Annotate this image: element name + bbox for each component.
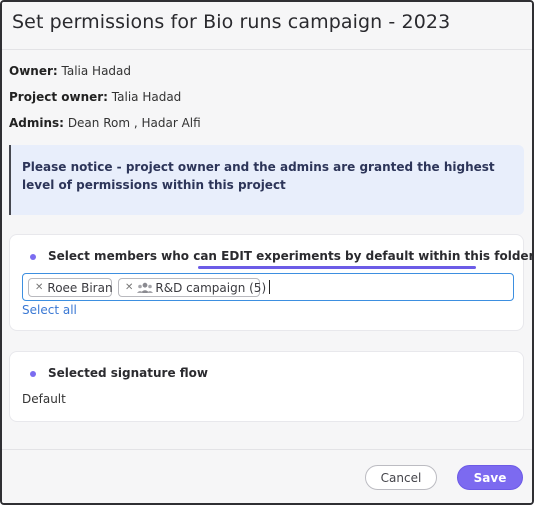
member-chip: ✕ Roee Biran [28,278,113,297]
notice-box: Please notice - project owner and the ad… [9,145,524,215]
edit-members-title: Select members who can EDIT experiments … [48,249,534,263]
owner-label: Owner: [9,64,58,78]
signature-value: Default [22,392,66,406]
save-button[interactable]: Save [457,465,523,490]
admins-row: Admins: Dean Rom , Hadar Alfi [9,116,201,130]
notice-text: Please notice - project owner and the ad… [22,160,495,192]
text-caret [269,280,270,294]
edit-members-title-prefix: Select members who can [48,249,222,263]
chip-label: Roee Biran [47,280,113,295]
bullet-icon [30,254,36,260]
bullet-icon [30,371,36,377]
cancel-button[interactable]: Cancel [365,465,437,490]
dialog-body: Owner: Talia Hadad Project owner: Talia … [2,50,532,449]
remove-chip-icon[interactable]: ✕ [125,282,133,293]
members-multiselect-input[interactable]: ✕ Roee Biran ✕ R&D campaign (5) [22,273,514,301]
highlight-underline [198,266,476,269]
signature-title: Selected signature flow [48,366,209,380]
project-owner-label: Project owner: [9,90,108,104]
group-chip: ✕ R&D campaign (5) [118,278,266,297]
project-owner-row: Project owner: Talia Hadad [9,90,181,104]
select-all-link[interactable]: Select all [22,303,77,317]
project-owner-value: Talia Hadad [111,90,182,104]
permissions-dialog: Set permissions for Bio runs campaign - … [0,0,534,505]
signature-card: Selected signature flow Default [9,351,524,422]
chip-label: R&D campaign (5) [155,280,267,295]
owner-row: Owner: Talia Hadad [9,64,131,78]
dialog-header: Set permissions for Bio runs campaign - … [2,2,532,50]
edit-members-card: Select members who can EDIT experiments … [9,234,532,331]
edit-members-title-highlight: EDIT experiments by default within this … [221,249,534,263]
dialog-title: Set permissions for Bio runs campaign - … [12,11,451,33]
owner-value: Talia Hadad [61,64,132,78]
admins-value: Dean Rom , Hadar Alfi [67,116,201,130]
remove-chip-icon[interactable]: ✕ [35,282,43,293]
group-icon [137,282,154,294]
admins-label: Admins: [9,116,64,130]
dialog-footer: Cancel Save [2,449,532,503]
